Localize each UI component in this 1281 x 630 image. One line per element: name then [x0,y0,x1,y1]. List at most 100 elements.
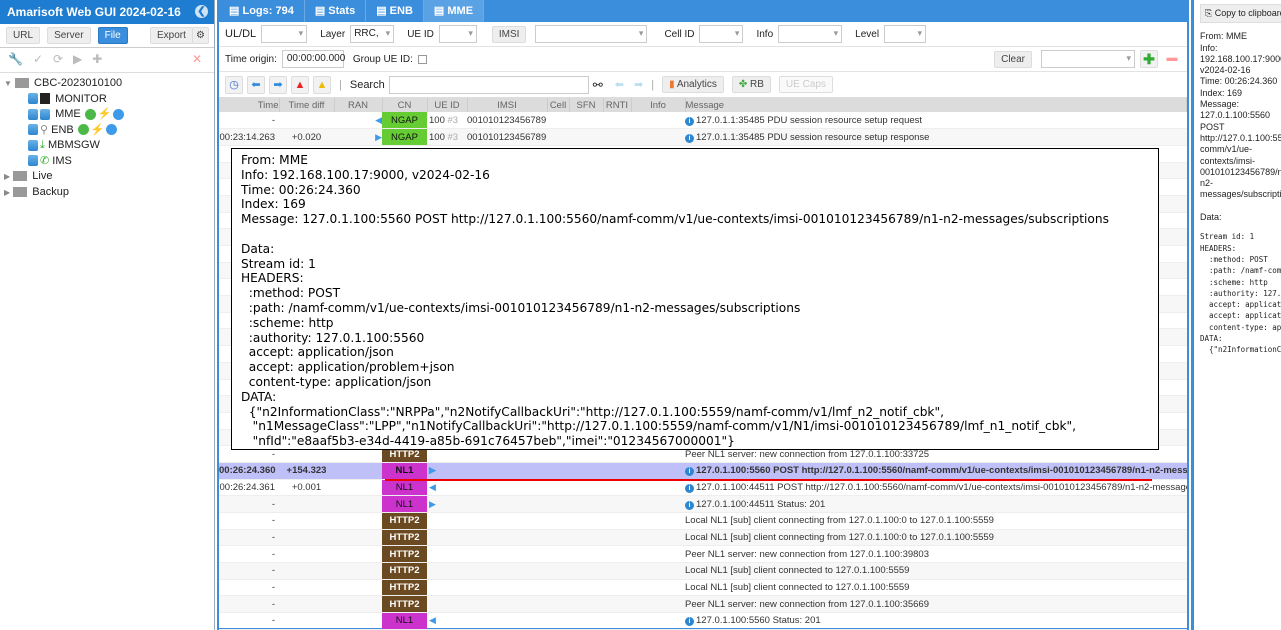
cn-cell: HTTP2 [382,562,427,580]
clock-icon[interactable]: ◷ [225,75,243,94]
tree-item[interactable]: ▶ Backup [4,185,210,201]
mme-icon [40,108,52,120]
uldl-select[interactable] [261,25,308,43]
table-row[interactable]: - ◀ NGAP 100 #3 001010123456789 i 127.0.1.1:35… [219,112,1187,130]
collapse-icon[interactable]: ❮ [195,5,208,18]
imsi-button[interactable]: IMSI [491,25,527,43]
expand-icon[interactable]: ▼ [4,79,12,88]
column-header[interactable]: Time [219,98,280,112]
column-header[interactable]: UE ID [427,98,468,112]
expand-icon[interactable]: ▶ [4,172,10,181]
column-header[interactable]: CN [382,98,428,112]
ueid-select[interactable] [438,25,477,43]
check-icon[interactable] [77,124,89,136]
bolt-icon[interactable]: ⚡ [98,108,112,120]
table-row[interactable]: 00:26:24.360 +154.323 NL1 ▶ i 127.0.1.100:556… [219,462,1187,480]
tree-label: MME [55,108,81,120]
tab-label: ENB [389,5,413,17]
arrow-left-icon[interactable]: ⬅ [247,75,265,94]
column-header[interactable]: Message [685,98,1187,112]
time-cell: - [219,545,279,564]
binoculars-icon[interactable]: ⚯ [593,78,603,92]
tree-item[interactable]: ⤓ MBMSGW [4,138,210,154]
cn-cell: NL1 [382,479,427,497]
bolt-icon[interactable]: ⚡ [91,124,105,136]
imsi-cell [467,479,547,497]
message-cell: Local NL1 [sub] client connected to 127.… [685,582,910,594]
table-row[interactable]: - HTTP2 Local NL1 [sub] client connected t… [219,562,1187,580]
chart-icon: ▤ [314,5,326,17]
server-button[interactable]: Server [47,27,91,44]
rb-button[interactable]: ✤ RB [731,76,771,93]
table-row[interactable]: - NL1 ◀ i 127.0.1.100:5560 Status: 201 [219,612,1187,630]
tree-item[interactable]: ▼ CBC-2023010100 [4,76,210,92]
column-header[interactable]: IMSI [467,98,548,112]
table-row[interactable]: 00:26:24.361 +0.001 NL1 ◀ i 127.0.1.100:44511… [219,479,1187,497]
add-icon[interactable]: ✚ [1140,50,1158,68]
timediff-cell [279,545,334,564]
direction-arrow-icon: ▶ [429,498,436,509]
warning-icon[interactable]: ▲ [313,75,331,94]
folder-icon [14,78,29,89]
column-header[interactable]: Info [631,98,686,112]
tree-item[interactable]: MONITOR [4,92,210,108]
imsi-cell [467,579,547,597]
table-row[interactable]: 00:23:14.263 +0.020 ▶ NGAP 100 #3 00101012345… [219,128,1187,146]
table-row[interactable]: - HTTP2 Local NL1 [sub] client connecting … [219,512,1187,530]
info-icon: i [685,483,694,493]
level-select[interactable] [884,25,927,43]
timediff-cell [279,512,334,530]
table-row[interactable]: - HTTP2 Local NL1 [sub] client connected t… [219,579,1187,597]
analytics-button[interactable]: ▮ Analytics [662,76,724,93]
tab-mme[interactable]: ▤ MME [423,0,485,22]
imsi-cell [467,612,547,630]
copy-button[interactable]: ⎘ Copy to clipboard [1200,4,1281,24]
column-header[interactable]: SFN [569,98,604,112]
search-input[interactable] [388,75,589,94]
column-header[interactable]: Time diff [279,98,335,112]
column-header[interactable]: Cell [547,98,570,112]
column-header[interactable]: RAN [334,98,383,112]
group-ueid-checkbox[interactable] [417,54,427,64]
table-row[interactable]: - HTTP2 Peer NL1 server: new connection fr… [219,545,1187,564]
check-icon[interactable] [84,108,96,120]
error-icon[interactable]: ▲ [291,75,309,94]
clear-button[interactable]: Clear [994,50,1032,68]
search-prev-icon[interactable]: ⬅ [615,78,624,91]
file-button[interactable]: File [97,27,128,44]
tab-enb[interactable]: ▤ ENB [366,0,424,22]
table-row[interactable]: - NL1 ▶ i 127.0.1.100:44511 Status: 201 [219,495,1187,513]
tab-logs[interactable]: ▤ Logs: 794 [219,0,305,22]
filter-preset-select[interactable] [1041,50,1135,68]
column-header[interactable]: RNTI [603,98,632,112]
detail-text: From: MME Info: 192.168.100.17:9000, v20… [1200,31,1281,223]
expand-icon[interactable]: ▶ [4,188,10,197]
imsi-select[interactable] [535,25,648,43]
wrench-icon[interactable]: 🔧✓⟳▶✚ [8,52,112,66]
tree-label: CBC-2023010100 [34,77,123,89]
export-button[interactable]: Export [150,27,193,44]
tree-item[interactable]: ▶ Live [4,169,210,185]
tree-item[interactable]: ⚲ ENB ⚡ [4,123,210,139]
table-row[interactable]: - HTTP2 Local NL1 [sub] client connecting … [219,529,1187,547]
table-row[interactable]: - HTTP2 Peer NL1 server: new connection fr… [219,595,1187,614]
remove-icon[interactable]: ▬ [1163,50,1181,68]
layer-select[interactable]: RRC, [350,25,395,43]
uecaps-button[interactable]: UE Caps [778,76,833,93]
cellid-select[interactable] [699,25,744,43]
imsi-cell: 001010123456789 [467,128,547,146]
source-toolbar: URL Server File Export ⚙ [0,24,214,48]
tree-item[interactable]: ✆ IMS [4,154,210,170]
search-next-icon[interactable]: ➡ [634,78,643,91]
tree-item[interactable]: MME ⚡ [4,107,210,123]
play-icon[interactable] [113,108,125,120]
play-icon[interactable] [106,124,118,136]
info-select[interactable] [778,25,843,43]
arrow-right-icon[interactable]: ➡ [269,75,287,94]
delete-icon[interactable]: ✕ [192,52,212,66]
settings-icon[interactable]: ⚙ [192,27,209,44]
selection-marker [385,479,1152,481]
url-button[interactable]: URL [6,27,41,44]
tab-stats[interactable]: ▤ Stats [305,0,367,22]
time-origin-input[interactable]: 00:00:00.000 [281,50,345,68]
